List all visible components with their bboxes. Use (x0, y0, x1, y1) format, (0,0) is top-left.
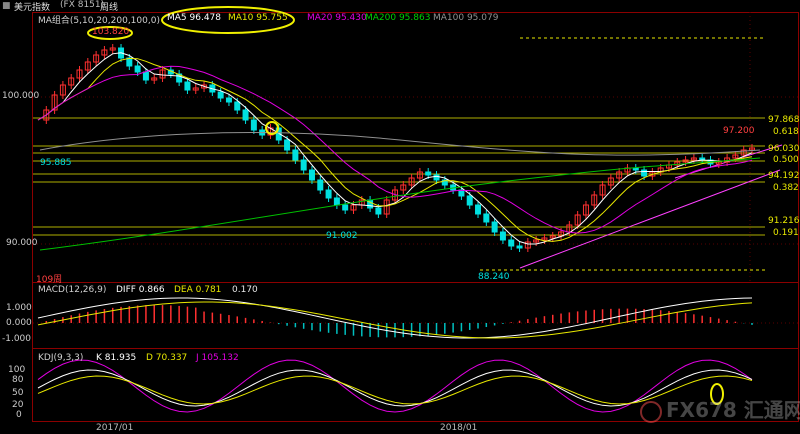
weeks-label: 109周 (36, 275, 63, 285)
candle-body (458, 189, 465, 197)
candle-body (225, 97, 232, 103)
macd-legend: MACD(12,26,9) (38, 285, 107, 295)
candle-body (300, 159, 307, 171)
main-legend: MA组合(5,10,20,200,100,0) (38, 13, 160, 26)
watermark: FX678 汇通网 (640, 394, 800, 423)
candle-body (292, 149, 299, 161)
candle-body (250, 119, 257, 131)
chart-canvas[interactable] (0, 0, 800, 434)
candle-body (234, 101, 241, 111)
candle-body (466, 195, 473, 206)
ma10-value: MA10 95.755 (228, 13, 288, 23)
candle-body (284, 139, 291, 151)
fib-ratio-label: 0.500 (773, 155, 799, 165)
highlight-ellipses (87, 6, 724, 405)
candle-body (134, 65, 141, 73)
candle-body (142, 71, 149, 81)
macd-dea-value: DEA 0.781 (174, 285, 222, 295)
candlesticks (43, 44, 755, 252)
candle-body (184, 81, 191, 91)
macd-axis-label: 0.000 (6, 318, 32, 328)
macd-indicator (37, 297, 753, 339)
kdj-axis-label: 50 (12, 388, 24, 398)
fib-price-label: 96.030 (768, 144, 800, 154)
ma20-value: MA20 95.430 (307, 13, 367, 23)
ma200-value: MA200 95.863 (365, 13, 431, 23)
low-price-label: 88.240 (478, 272, 510, 282)
fib-price-label: 97.868 (768, 115, 800, 125)
kdj-j-value: J 105.132 (196, 353, 239, 363)
ma5-value: MA5 96.478 (167, 13, 221, 23)
candle-body (217, 91, 224, 99)
ma-line (37, 52, 753, 245)
ma-line (37, 57, 753, 242)
candle-body (308, 169, 315, 181)
kdj-k-value: K 81.935 (96, 353, 137, 363)
candle-body (425, 171, 432, 176)
kdj-axis-label: 0 (16, 410, 22, 420)
fib-ratio-label: 0.191 (773, 228, 799, 238)
candle-body (491, 221, 498, 233)
macd-diff-value: DIFF 0.866 (116, 285, 165, 295)
price-axis-label: 90.000 (6, 238, 38, 248)
kdj-d-value: D 70.337 (146, 353, 188, 363)
low-price-label: 95.885 (40, 158, 72, 168)
main-pane-frame (32, 12, 799, 283)
ma100-line (39, 132, 761, 156)
candle-body (375, 207, 382, 215)
fib-price-label: 94.192 (768, 171, 800, 181)
candle-body (433, 174, 440, 181)
fib-ratio-label: 0.618 (773, 127, 799, 137)
low-price-label: 91.002 (326, 231, 358, 241)
fib-ratio-label: 0.382 (773, 183, 799, 193)
candle-body (325, 189, 332, 199)
macd-axis-label: -1.000 (2, 334, 32, 344)
kdj-legend: KDJ(9,3,3) (38, 353, 84, 363)
macd-axis-label: 1.000 (6, 303, 32, 313)
watermark-logo-icon (640, 400, 662, 423)
ma100-value: MA100 95.079 (433, 13, 499, 23)
macd-value: 0.170 (232, 285, 258, 295)
time-axis-label: 2017/01 (96, 423, 134, 433)
kdj-axis-label: 80 (12, 375, 24, 385)
candle-body (641, 169, 648, 177)
candle-body (508, 239, 515, 247)
candle-body (242, 109, 249, 121)
price-axis-label: 100.000 (2, 91, 40, 101)
kdj-axis-label: 100 (8, 365, 26, 375)
kdj-axis-label: 20 (12, 400, 24, 410)
candle-body (333, 197, 340, 206)
ma-legend-combo: MA组合(5,10,20,200,100,0) (38, 16, 160, 26)
fib-price-label: 91.216 (768, 216, 800, 226)
candle-body (342, 204, 349, 211)
high-price-label: 103.820 (92, 27, 130, 37)
candle-body (317, 179, 324, 191)
recent-price-label: 97.200 (723, 126, 755, 136)
ma-line (37, 65, 753, 234)
candle-body (475, 204, 482, 215)
candle-body (516, 245, 523, 249)
time-axis-label: 2018/01 (440, 423, 478, 433)
trendline-lower (519, 169, 781, 269)
candle-body (483, 213, 490, 223)
candle-body (499, 231, 506, 241)
main-grid (33, 96, 798, 245)
